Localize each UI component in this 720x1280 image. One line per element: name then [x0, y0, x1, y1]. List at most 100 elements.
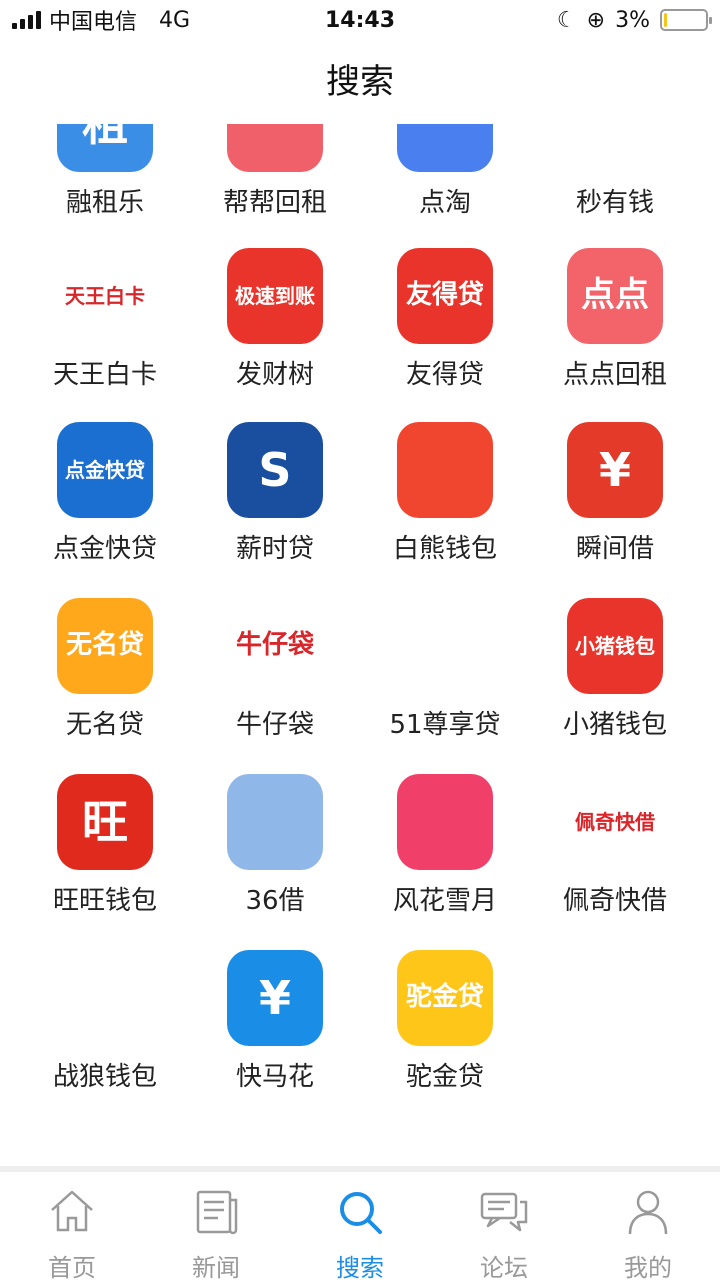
app-icon-text: ¥	[258, 970, 291, 1025]
app-label: 快马花	[235, 1062, 314, 1092]
status-bar: 中国电信 4G 14:43 ☾ ⊕ 3%	[0, 0, 720, 40]
app-item[interactable]: 白熊钱包	[360, 422, 530, 592]
app-item[interactable]: 佩奇快借 佩奇快借	[530, 774, 700, 944]
status-left: 中国电信 4G	[12, 4, 190, 36]
app-icon-text: 租	[82, 124, 128, 148]
app-label: 驼金贷	[405, 1062, 484, 1092]
tab-home[interactable]: 首页	[0, 1172, 144, 1280]
carrier-name: 中国电信	[49, 10, 138, 35]
app-label: 36借	[245, 886, 305, 916]
app-item[interactable]: S 薪时贷	[190, 422, 360, 592]
wangwang-icon[interactable]: 旺	[57, 774, 153, 870]
profile-icon	[622, 1186, 674, 1242]
app-item[interactable]: 战狼钱包	[20, 950, 190, 1120]
app-item[interactable]: 友得贷 友得贷	[360, 248, 530, 418]
tuojin-icon[interactable]: 驼金贷	[397, 950, 493, 1046]
app-item[interactable]: 51尊享贷	[360, 598, 530, 768]
app-icon-text: 牛仔袋	[235, 630, 314, 661]
app-item[interactable]: ¥ 快马花	[190, 950, 360, 1120]
app-label: 佩奇快借	[562, 886, 667, 916]
youdedai-icon[interactable]: 友得贷	[397, 248, 493, 344]
app-item[interactable]: 天王白卡 天王白卡	[20, 248, 190, 418]
tab-label: 首页	[48, 1254, 96, 1280]
peiqi-icon[interactable]: 佩奇快借	[567, 774, 663, 870]
tab-forum[interactable]: 论坛	[432, 1172, 576, 1280]
app-label: 战狼钱包	[52, 1062, 157, 1092]
wumingdai-icon[interactable]: 无名贷	[57, 598, 153, 694]
app-icon-text: 点点	[581, 275, 649, 316]
app-label: 牛仔袋	[235, 710, 314, 740]
app-icon-text: 无名贷	[65, 630, 144, 661]
news-icon	[190, 1186, 242, 1242]
signal-icon	[12, 11, 41, 29]
app-label: 风花雪月	[392, 886, 497, 916]
app-item[interactable]: ¥ 瞬间借	[530, 422, 700, 592]
app-item[interactable]: 帮帮回租	[190, 124, 360, 246]
zunxiang-icon[interactable]	[397, 598, 493, 694]
app-label: 51尊享贷	[389, 710, 501, 740]
bangbang-icon[interactable]	[227, 124, 323, 172]
battery-percent: 3%	[615, 7, 650, 33]
app-item[interactable]: 租融租乐	[20, 124, 190, 246]
search-icon	[334, 1186, 386, 1242]
app-icon-text: 旺	[82, 794, 128, 849]
xinshidai-icon[interactable]: S	[227, 422, 323, 518]
app-label: 薪时贷	[235, 534, 314, 564]
app-label: 友得贷	[405, 360, 484, 390]
app-item[interactable]: 极速到账 发财树	[190, 248, 360, 418]
app-label: 瞬间借	[575, 534, 654, 564]
baixiong-icon[interactable]	[397, 422, 493, 518]
kuaima-icon[interactable]: ¥	[227, 950, 323, 1046]
app-icon-text: 友得贷	[405, 280, 484, 311]
app-icon-text: 天王白卡	[65, 283, 145, 308]
zhanlang-icon[interactable]	[57, 950, 153, 1046]
app-item[interactable]: 点金快贷 点金快贷	[20, 422, 190, 592]
app-icon-text: ¥	[598, 442, 631, 497]
app-label: 白熊钱包	[392, 534, 497, 564]
miaoyouqian-icon[interactable]	[567, 124, 663, 172]
app-label: 天王白卡	[52, 360, 157, 390]
app-item[interactable]: 旺旺旺钱包	[20, 774, 190, 944]
shunjian-icon[interactable]: ¥	[567, 422, 663, 518]
xiaozhu-icon[interactable]: 小猪钱包	[567, 598, 663, 694]
app-label: 无名贷	[65, 710, 144, 740]
app-label: 融租乐	[65, 188, 144, 218]
app-item[interactable]: 无名贷 无名贷	[20, 598, 190, 768]
36jie-icon[interactable]	[227, 774, 323, 870]
tab-search[interactable]: 搜索	[288, 1172, 432, 1280]
fenghua-icon[interactable]	[397, 774, 493, 870]
app-label: 小猪钱包	[562, 710, 667, 740]
app-item[interactable]: 小猪钱包 小猪钱包	[530, 598, 700, 768]
app-label: 秒有钱	[575, 188, 654, 218]
battery-fill	[664, 13, 667, 27]
rongzule-icon[interactable]: 租	[57, 124, 153, 172]
app-icon-text: 驼金贷	[405, 982, 484, 1013]
tab-profile[interactable]: 我的	[576, 1172, 720, 1280]
app-label: 点金快贷	[52, 534, 157, 564]
forum-icon	[478, 1186, 530, 1242]
app-item[interactable]: 点淘	[360, 124, 530, 246]
app-icon-text: 点金快贷	[65, 457, 145, 482]
app-label: 点淘	[418, 188, 471, 218]
tianwang-icon[interactable]: 天王白卡	[57, 248, 153, 344]
app-label: 旺旺钱包	[52, 886, 157, 916]
tab-label: 新闻	[192, 1254, 240, 1280]
app-icon-text: 佩奇快借	[575, 809, 655, 834]
app-item[interactable]: 驼金贷 驼金贷	[360, 950, 530, 1120]
dianjin-icon[interactable]: 点金快贷	[57, 422, 153, 518]
diandian-icon[interactable]: 点点	[567, 248, 663, 344]
app-item[interactable]: 36借	[190, 774, 360, 944]
app-item[interactable]: 风花雪月	[360, 774, 530, 944]
facaishu-icon[interactable]: 极速到账	[227, 248, 323, 344]
diantao-icon[interactable]	[397, 124, 493, 172]
niuzai-icon[interactable]: 牛仔袋	[227, 598, 323, 694]
page-title: 搜索	[326, 62, 394, 102]
home-icon	[46, 1186, 98, 1242]
tab-label: 搜索	[336, 1254, 384, 1280]
app-item[interactable]: 牛仔袋 牛仔袋	[190, 598, 360, 768]
status-right: ☾ ⊕ 3%	[557, 7, 712, 33]
app-item[interactable]: 秒有钱	[530, 124, 700, 246]
tab-label: 我的	[624, 1254, 672, 1280]
tab-news[interactable]: 新闻	[144, 1172, 288, 1280]
app-item[interactable]: 点点 点点回租	[530, 248, 700, 418]
